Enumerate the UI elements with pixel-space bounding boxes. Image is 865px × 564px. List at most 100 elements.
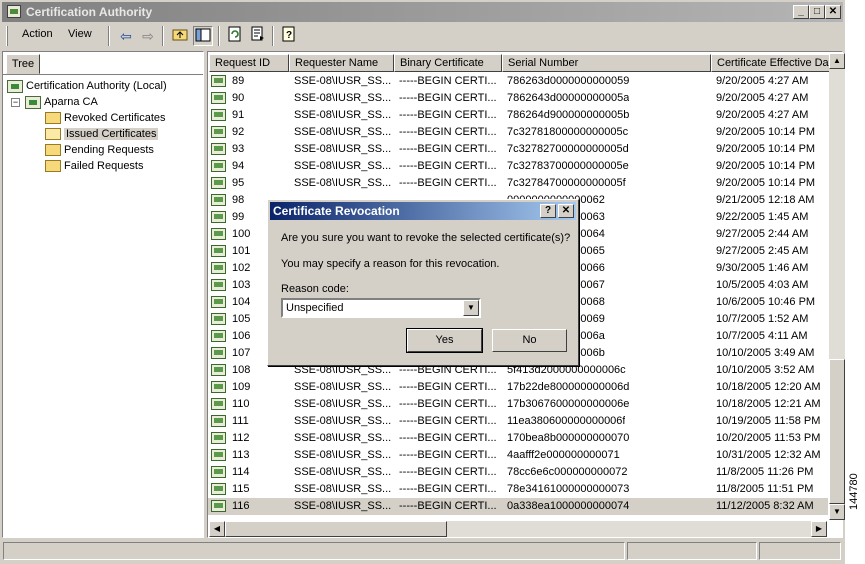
cell-requester: SSE-08\IUSR_SS... bbox=[294, 483, 392, 495]
certificate-icon bbox=[211, 228, 226, 240]
menu-view[interactable]: View bbox=[68, 28, 92, 40]
cell-effective-date: 9/27/2005 2:44 AM bbox=[716, 228, 809, 240]
scroll-down-icon[interactable]: ▼ bbox=[829, 504, 845, 520]
cell-serial: 17b3067600000000006e bbox=[507, 398, 630, 410]
menu-action[interactable]: Action bbox=[22, 28, 53, 40]
vertical-scroll-thumb[interactable] bbox=[829, 359, 845, 504]
status-panel-2 bbox=[627, 542, 757, 560]
cell-effective-date: 10/31/2005 12:32 AM bbox=[716, 449, 821, 461]
yes-button[interactable]: Yes bbox=[406, 328, 483, 353]
refresh-icon[interactable] bbox=[225, 26, 245, 46]
folder-icon bbox=[45, 144, 61, 157]
expander-ca[interactable]: − bbox=[11, 98, 20, 107]
maximize-button[interactable]: □ bbox=[809, 5, 825, 19]
table-row[interactable]: 112 SSE-08\IUSR_SS... -----BEGIN CERTI... 1… bbox=[208, 430, 828, 447]
minimize-button[interactable]: _ bbox=[793, 5, 809, 19]
cell-serial: 11ea380600000000006f bbox=[507, 415, 626, 427]
toolbar-grip bbox=[6, 26, 8, 46]
vertical-scrollbar[interactable]: ▲ ▼ bbox=[829, 53, 845, 520]
title-bar[interactable]: Certification Authority _ □ ✕ bbox=[2, 2, 843, 22]
up-folder-icon[interactable] bbox=[170, 26, 190, 46]
forward-arrow-icon[interactable]: ⇨ bbox=[138, 26, 158, 46]
table-row[interactable]: 110 SSE-08\IUSR_SS... -----BEGIN CERTI... 1… bbox=[208, 396, 828, 413]
dialog-title-bar[interactable]: Certificate Revocation ? ✕ bbox=[270, 202, 576, 220]
cell-binary: -----BEGIN CERTI... bbox=[399, 500, 497, 512]
table-row[interactable]: 93 SSE-08\IUSR_SS... -----BEGIN CERTI... 7c… bbox=[208, 141, 828, 158]
cell-binary: -----BEGIN CERTI... bbox=[399, 466, 497, 478]
tree-node-revoked[interactable]: Revoked Certificates bbox=[45, 110, 166, 126]
scroll-left-icon[interactable]: ◀ bbox=[209, 521, 225, 537]
cell-effective-date: 10/7/2005 4:11 AM bbox=[716, 330, 808, 342]
table-row[interactable]: 90 SSE-08\IUSR_SS... -----BEGIN CERTI... 78… bbox=[208, 90, 828, 107]
horizontal-scrollbar[interactable]: ◀ ▶ bbox=[209, 521, 827, 537]
open-folder-icon bbox=[45, 128, 61, 141]
table-row[interactable]: 113 SSE-08\IUSR_SS... -----BEGIN CERTI... 4… bbox=[208, 447, 828, 464]
cell-request-id: 114 bbox=[232, 466, 250, 478]
table-row[interactable]: 109 SSE-08\IUSR_SS... -----BEGIN CERTI... 1… bbox=[208, 379, 828, 396]
cell-effective-date: 10/20/2005 11:53 PM bbox=[716, 432, 821, 444]
cell-request-id: 94 bbox=[232, 160, 245, 172]
table-row[interactable]: 95 SSE-08\IUSR_SS... -----BEGIN CERTI... 7c… bbox=[208, 175, 828, 192]
table-row[interactable]: 91 SSE-08\IUSR_SS... -----BEGIN CERTI... 78… bbox=[208, 107, 828, 124]
column-header-effective-date[interactable]: Certificate Effective Da bbox=[711, 54, 841, 72]
certificate-icon bbox=[211, 177, 226, 189]
table-row[interactable]: 114 SSE-08\IUSR_SS... -----BEGIN CERTI... 7… bbox=[208, 464, 828, 481]
export-list-icon[interactable] bbox=[248, 26, 268, 46]
show-hide-tree-icon[interactable] bbox=[193, 26, 213, 46]
cell-serial: 7c32783700000000005e bbox=[507, 160, 629, 172]
toolbar-separator bbox=[218, 26, 220, 46]
dialog-close-button[interactable]: ✕ bbox=[558, 204, 574, 218]
cell-serial: 7c32782700000000005d bbox=[507, 143, 629, 155]
cell-serial: 786263d0000000000059 bbox=[507, 75, 630, 87]
certificate-icon bbox=[211, 313, 226, 325]
cell-request-id: 115 bbox=[232, 483, 250, 495]
column-header-binary[interactable]: Binary Certificate bbox=[394, 54, 502, 72]
cell-serial: 7c32781800000000005c bbox=[507, 126, 629, 138]
column-header-request-id[interactable]: Request ID bbox=[209, 54, 289, 72]
scroll-up-icon[interactable]: ▲ bbox=[829, 53, 845, 69]
certificate-authority-icon bbox=[7, 79, 23, 93]
cell-request-id: 89 bbox=[232, 75, 245, 87]
cell-effective-date: 11/8/2005 11:51 PM bbox=[716, 483, 814, 495]
certificate-icon bbox=[211, 194, 226, 206]
table-row[interactable]: 94 SSE-08\IUSR_SS... -----BEGIN CERTI... 7c… bbox=[208, 158, 828, 175]
cell-request-id: 110 bbox=[232, 398, 250, 410]
cell-requester: SSE-08\IUSR_SS... bbox=[294, 143, 392, 155]
horizontal-scroll-thumb[interactable] bbox=[225, 521, 447, 537]
help-icon[interactable]: ? bbox=[279, 26, 299, 46]
cell-binary: -----BEGIN CERTI... bbox=[399, 126, 497, 138]
tree-node-failed[interactable]: Failed Requests bbox=[45, 158, 144, 174]
table-row[interactable]: 111 SSE-08\IUSR_SS... -----BEGIN CERTI... 1… bbox=[208, 413, 828, 430]
cell-binary: -----BEGIN CERTI... bbox=[399, 381, 497, 393]
tree-node-pending[interactable]: Pending Requests bbox=[45, 142, 154, 158]
reason-code-select[interactable]: Unspecified ▼ bbox=[281, 298, 481, 318]
no-button[interactable]: No bbox=[492, 329, 567, 352]
column-header-serial[interactable]: Serial Number bbox=[502, 54, 711, 72]
cell-request-id: 108 bbox=[232, 364, 251, 376]
certificate-icon bbox=[211, 466, 226, 478]
cell-request-id: 98 bbox=[232, 194, 245, 206]
tab-tree[interactable]: Tree bbox=[6, 54, 40, 74]
table-row[interactable]: 116 SSE-08\IUSR_SS... -----BEGIN CERTI... 0… bbox=[208, 498, 828, 515]
close-button[interactable]: ✕ bbox=[825, 5, 841, 19]
table-row[interactable]: 92 SSE-08\IUSR_SS... -----BEGIN CERTI... 7c… bbox=[208, 124, 828, 141]
cell-requester: SSE-08\IUSR_SS... bbox=[294, 92, 392, 104]
dropdown-arrow-icon[interactable]: ▼ bbox=[463, 300, 479, 316]
cell-effective-date: 9/20/2005 10:14 PM bbox=[716, 143, 816, 155]
certificate-icon bbox=[211, 330, 226, 342]
column-header-requester[interactable]: Requester Name bbox=[289, 54, 394, 72]
cell-requester: SSE-08\IUSR_SS... bbox=[294, 415, 392, 427]
table-row[interactable]: 89 SSE-08\IUSR_SS... -----BEGIN CERTI... 78… bbox=[208, 73, 828, 90]
scroll-right-icon[interactable]: ▶ bbox=[811, 521, 827, 537]
cell-request-id: 107 bbox=[232, 347, 251, 359]
cell-effective-date: 10/18/2005 12:20 AM bbox=[716, 381, 821, 393]
back-arrow-icon[interactable]: ⇦ bbox=[116, 26, 136, 46]
table-row[interactable]: 115 SSE-08\IUSR_SS... -----BEGIN CERTI... 7… bbox=[208, 481, 828, 498]
dialog-help-button[interactable]: ? bbox=[540, 204, 556, 218]
certificate-icon bbox=[211, 109, 226, 121]
tree-node-ca[interactable]: Aparna CA bbox=[25, 94, 98, 110]
tree-node-issued[interactable]: Issued Certificates bbox=[45, 126, 159, 142]
tree-node-root[interactable]: Certification Authority (Local) bbox=[7, 78, 167, 94]
cell-requester: SSE-08\IUSR_SS... bbox=[294, 432, 392, 444]
cell-effective-date: 10/18/2005 12:21 AM bbox=[716, 398, 821, 410]
